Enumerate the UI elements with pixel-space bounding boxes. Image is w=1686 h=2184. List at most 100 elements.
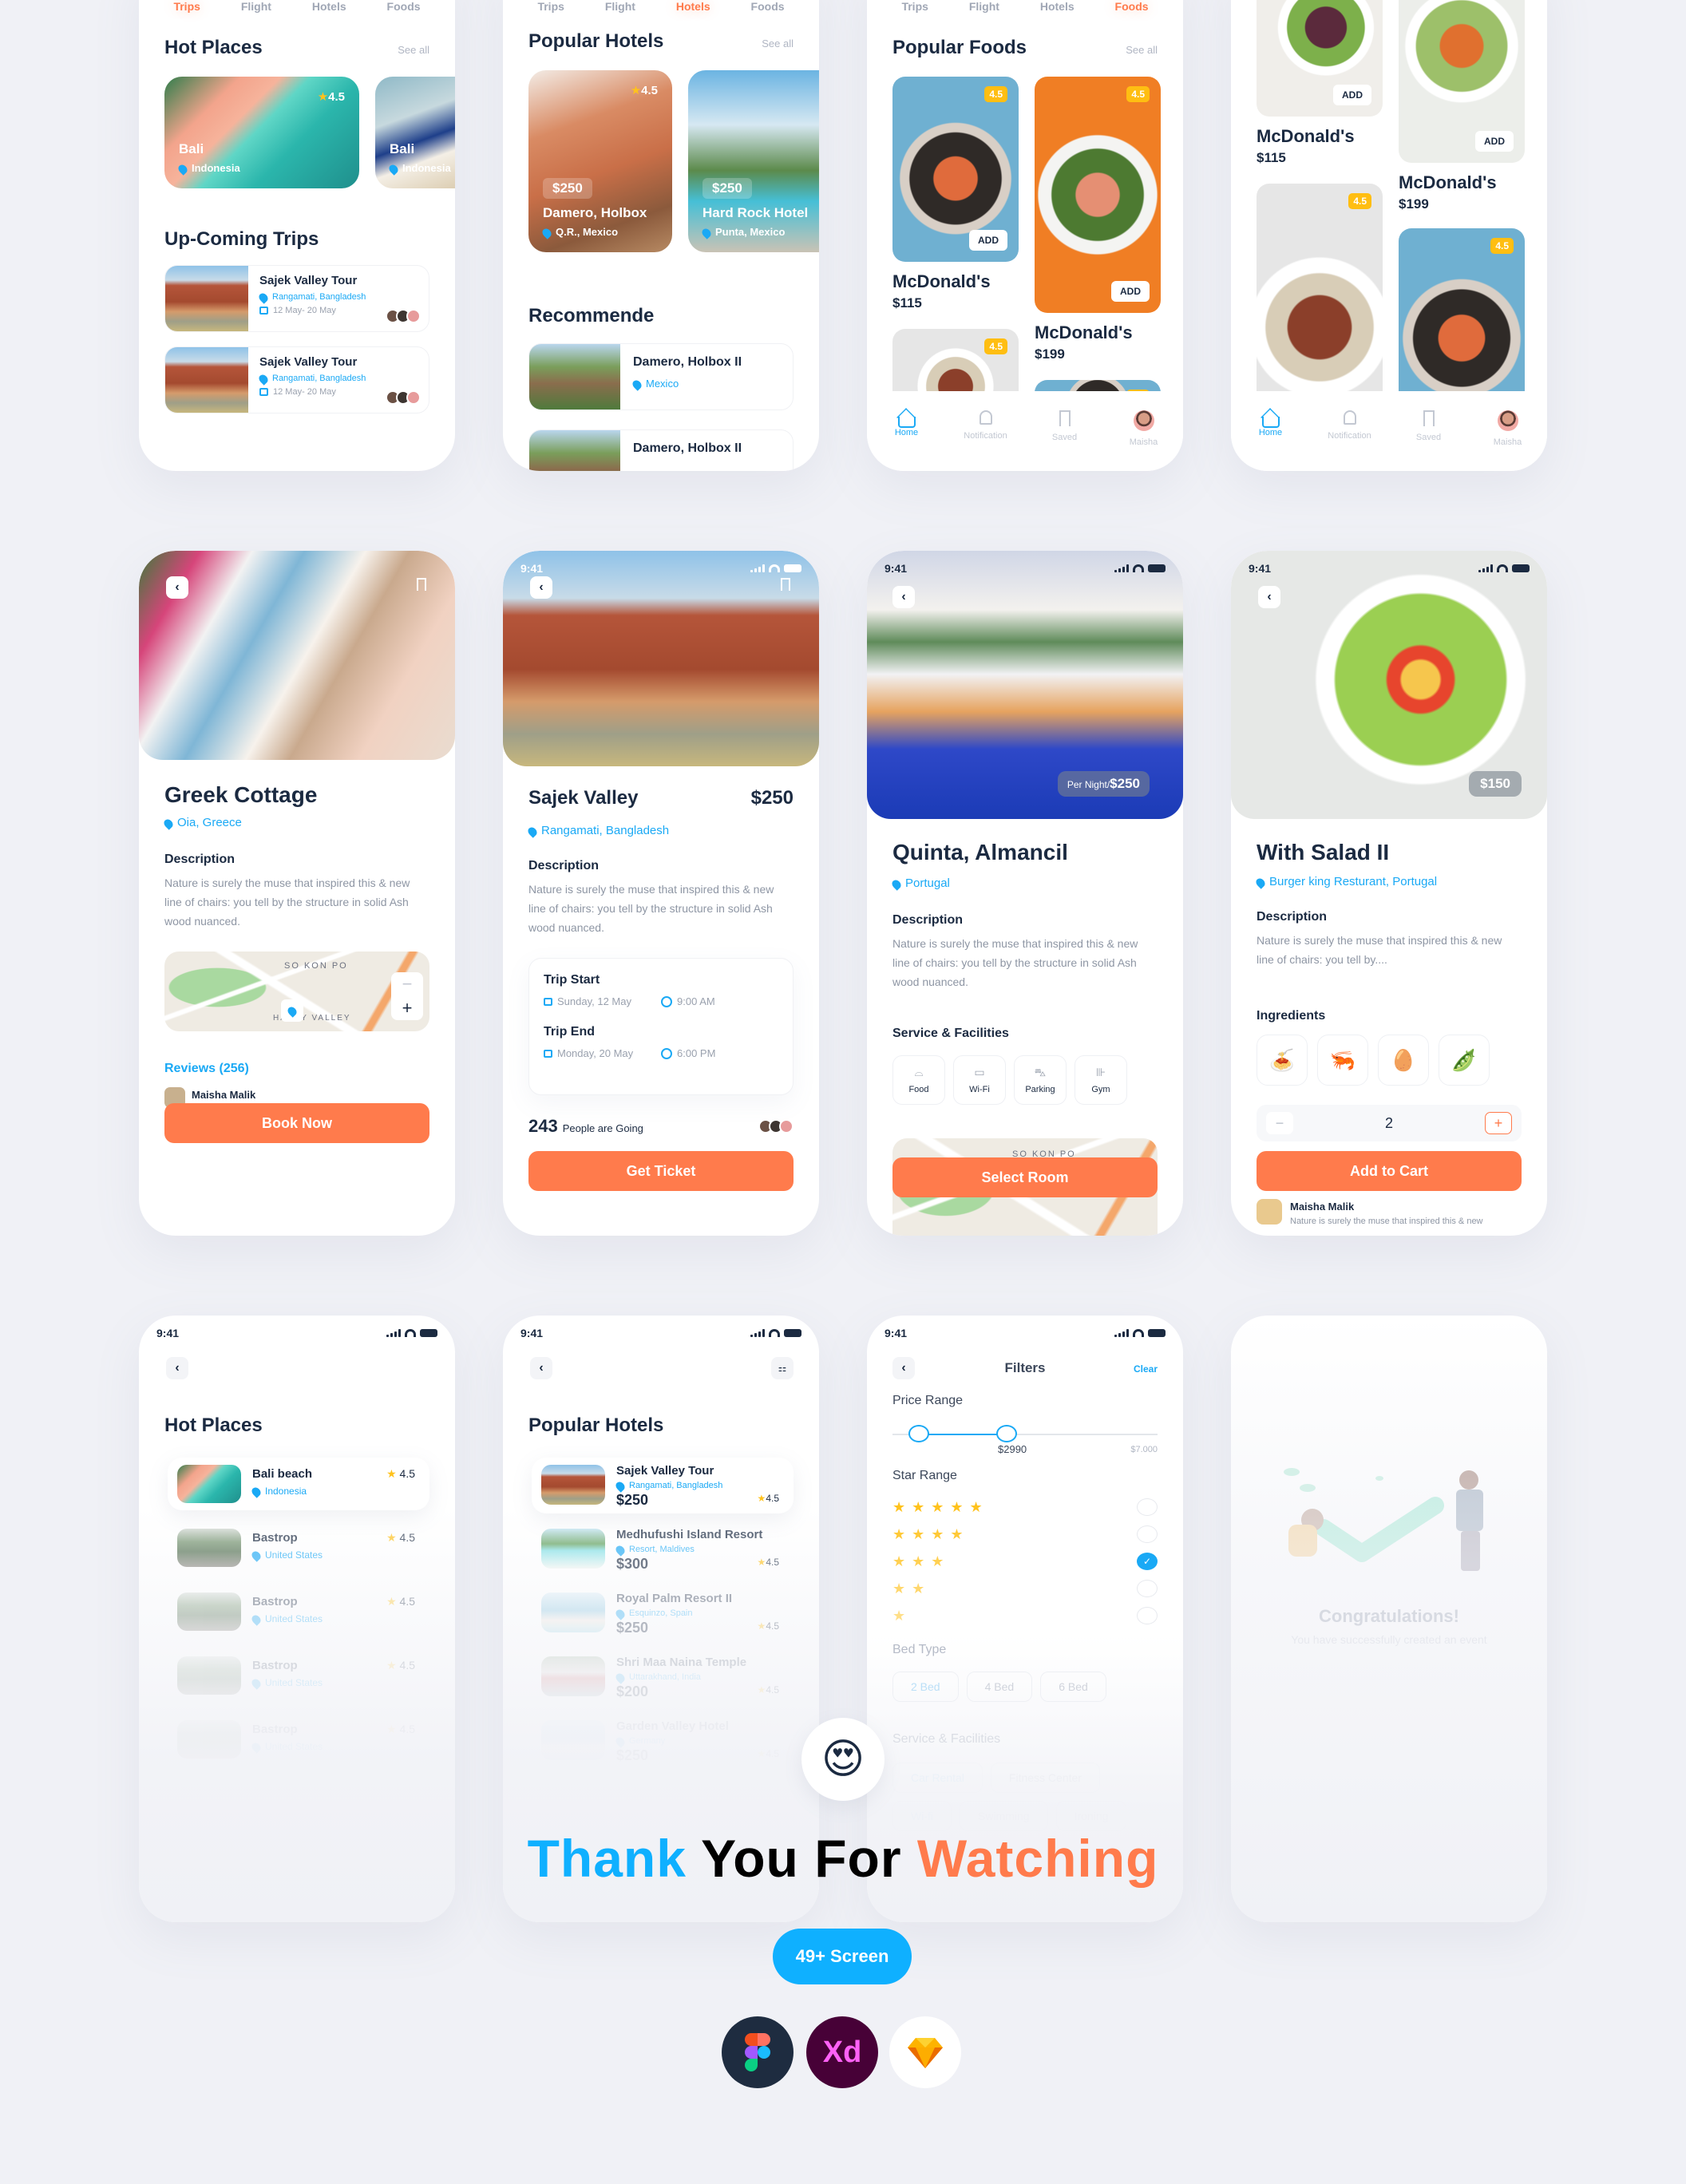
tab-trips[interactable]: Trips bbox=[895, 0, 934, 13]
food-card[interactable]: 4.5 bbox=[1257, 184, 1383, 423]
see-all-link[interactable]: See all bbox=[762, 38, 794, 49]
see-all-link[interactable]: See all bbox=[1126, 44, 1158, 56]
bookmark-icon[interactable] bbox=[417, 578, 426, 591]
food-card[interactable]: ADD bbox=[1399, 0, 1525, 163]
radio-checked[interactable]: ✓ bbox=[1137, 1553, 1158, 1570]
back-button[interactable]: ‹ bbox=[166, 576, 188, 599]
radio-unchecked[interactable] bbox=[1137, 1525, 1158, 1543]
list-item[interactable]: Shri Maa Naina Temple Uttarakhand, India $… bbox=[532, 1649, 794, 1705]
trip-row[interactable]: Sajek Valley Tour Rangamati, Bangladesh … bbox=[164, 346, 429, 413]
place-card-info: Bali Indonesia bbox=[387, 141, 451, 176]
trip-row[interactable]: Sajek Valley Tour Rangamati, Bangladesh … bbox=[164, 265, 429, 332]
list-item[interactable]: Royal Palm Resort II Esquinzo, Spain $250 … bbox=[532, 1585, 794, 1641]
decrement-button[interactable]: − bbox=[1266, 1112, 1293, 1134]
book-now-button[interactable]: Book Now bbox=[164, 1103, 429, 1143]
facility-wifi[interactable]: ▭ Wi-Fi bbox=[953, 1055, 1006, 1105]
location-pin-icon bbox=[614, 1608, 627, 1620]
hotel-card[interactable]: ★4.5 $250 Damero, Holbox Q.R., Mexico bbox=[528, 70, 672, 252]
facility-parking[interactable]: ⛍ Parking bbox=[1014, 1055, 1067, 1105]
tab-hotels[interactable]: Hotels bbox=[670, 0, 717, 13]
zoom-out-button[interactable]: − bbox=[391, 972, 423, 996]
filter-button[interactable]: ⚏ bbox=[771, 1357, 794, 1379]
tab-foods[interactable]: Foods bbox=[1109, 0, 1155, 13]
nav-saved[interactable]: Saved bbox=[1397, 410, 1461, 471]
location-map[interactable]: SO KON PO HAPPY VALLEY − + bbox=[164, 952, 429, 1031]
nav-home[interactable]: Home bbox=[875, 410, 939, 471]
back-button[interactable]: ‹ bbox=[530, 1357, 552, 1379]
list-item[interactable]: Bastrop United States ★ 4.5 bbox=[168, 1649, 429, 1702]
tab-flight[interactable]: Flight bbox=[599, 0, 642, 13]
back-button[interactable]: ‹ bbox=[1258, 586, 1280, 608]
facility-option[interactable]: Car Rental bbox=[892, 1763, 983, 1793]
back-button[interactable]: ‹ bbox=[530, 576, 552, 599]
add-button[interactable]: ADD bbox=[1333, 85, 1371, 105]
recommended-row[interactable]: Damero, Holbox II bbox=[528, 429, 794, 471]
add-button[interactable]: ADD bbox=[1111, 281, 1150, 302]
clear-button[interactable]: Clear bbox=[1134, 1363, 1158, 1375]
radio-unchecked[interactable] bbox=[1137, 1498, 1158, 1516]
reviews-link[interactable]: Reviews (256) bbox=[164, 1062, 249, 1076]
price-range-slider[interactable] bbox=[892, 1425, 1158, 1442]
facility-option[interactable]: Fitness Center bbox=[990, 1763, 1100, 1793]
tab-hotels[interactable]: Hotels bbox=[306, 0, 353, 13]
list-item[interactable]: Bastrop United States ★ 4.5 bbox=[168, 1521, 429, 1574]
list-item[interactable]: Bali beach Indonesia ★ 4.5 bbox=[168, 1458, 429, 1510]
add-to-cart-button[interactable]: Add to Cart bbox=[1257, 1151, 1522, 1191]
facility-option[interactable]: Swimming bbox=[960, 1801, 1048, 1831]
star-option-row[interactable]: ★★★★★ bbox=[892, 1498, 1158, 1517]
nav-notification[interactable]: Notification bbox=[954, 410, 1018, 471]
tab-flight[interactable]: Flight bbox=[963, 0, 1006, 13]
facility-gym[interactable]: ⊪ Gym bbox=[1075, 1055, 1127, 1105]
back-button[interactable]: ‹ bbox=[892, 1357, 915, 1379]
list-item[interactable]: Bastrop United States ★ 4.5 bbox=[168, 1713, 429, 1766]
star-option-row[interactable]: ★ bbox=[892, 1606, 1158, 1625]
list-item[interactable]: Medhufushi Island Resort Resort, Maldives… bbox=[532, 1521, 794, 1577]
tab-foods[interactable]: Foods bbox=[381, 0, 427, 13]
list-item[interactable]: Garden Valley Hotel Germany $250 ★4.5 bbox=[532, 1713, 794, 1769]
select-room-button[interactable]: Select Room bbox=[892, 1157, 1158, 1197]
bed-option[interactable]: 4 Bed bbox=[966, 1672, 1033, 1702]
tab-foods[interactable]: Foods bbox=[745, 0, 791, 13]
nav-profile[interactable]: Maisha bbox=[1476, 410, 1540, 471]
tab-trips[interactable]: Trips bbox=[531, 0, 570, 13]
food-card[interactable]: 4.5 ADD bbox=[892, 77, 1019, 262]
trip-end-label: Trip End bbox=[544, 1025, 595, 1039]
slider-handle-max[interactable] bbox=[995, 1425, 1017, 1442]
nav-home[interactable]: Home bbox=[1239, 410, 1303, 471]
nav-saved[interactable]: Saved bbox=[1033, 410, 1097, 471]
radio-unchecked[interactable] bbox=[1137, 1580, 1158, 1597]
radio-unchecked[interactable] bbox=[1137, 1607, 1158, 1624]
add-button[interactable]: ADD bbox=[1475, 131, 1514, 152]
back-button[interactable]: ‹ bbox=[892, 586, 915, 608]
get-ticket-button[interactable]: Get Ticket bbox=[528, 1151, 794, 1191]
slider-handle-min[interactable] bbox=[908, 1425, 930, 1442]
star-option-row[interactable]: ★★ bbox=[892, 1579, 1158, 1598]
food-card[interactable]: 4.5 ADD bbox=[1035, 77, 1161, 313]
list-item[interactable]: Bastrop United States ★ 4.5 bbox=[168, 1585, 429, 1638]
facility-option[interactable]: Ironing bbox=[1055, 1801, 1127, 1831]
tab-flight[interactable]: Flight bbox=[235, 0, 278, 13]
list-item[interactable]: Sajek Valley Tour Rangamati, Bangladesh $2… bbox=[532, 1458, 794, 1513]
back-button[interactable]: ‹ bbox=[166, 1357, 188, 1379]
recommended-row[interactable]: Damero, Holbox II Mexico bbox=[528, 343, 794, 410]
tab-hotels[interactable]: Hotels bbox=[1034, 0, 1081, 13]
nav-notification[interactable]: Notification bbox=[1318, 410, 1382, 471]
facility-food[interactable]: ⌓ Food bbox=[892, 1055, 945, 1105]
add-button[interactable]: ADD bbox=[969, 230, 1007, 251]
tab-trips[interactable]: Trips bbox=[167, 0, 206, 13]
food-card[interactable]: ADD bbox=[1257, 0, 1383, 117]
nav-profile[interactable]: Maisha bbox=[1112, 410, 1176, 471]
description-text: Nature is surely the muse that inspired … bbox=[164, 876, 410, 928]
increment-button[interactable]: + bbox=[1484, 1112, 1512, 1134]
place-card[interactable]: Bali Indonesia bbox=[375, 77, 455, 188]
bed-option[interactable]: 6 Bed bbox=[1040, 1672, 1106, 1702]
see-all-link[interactable]: See all bbox=[398, 44, 429, 56]
star-option-row[interactable]: ★★★★ bbox=[892, 1525, 1158, 1544]
bookmark-icon[interactable] bbox=[781, 578, 790, 591]
facility-option[interactable]: Wi-fi bbox=[892, 1801, 952, 1831]
bed-option[interactable]: 2 Bed bbox=[892, 1672, 959, 1702]
star-option-row[interactable]: ★★★ ✓ bbox=[892, 1552, 1158, 1571]
place-card[interactable]: ★4.5 Bali Indonesia bbox=[164, 77, 359, 188]
zoom-in-button[interactable]: + bbox=[391, 996, 423, 1020]
hotel-card[interactable]: $250 Hard Rock Hotel Punta, Mexico bbox=[688, 70, 819, 252]
